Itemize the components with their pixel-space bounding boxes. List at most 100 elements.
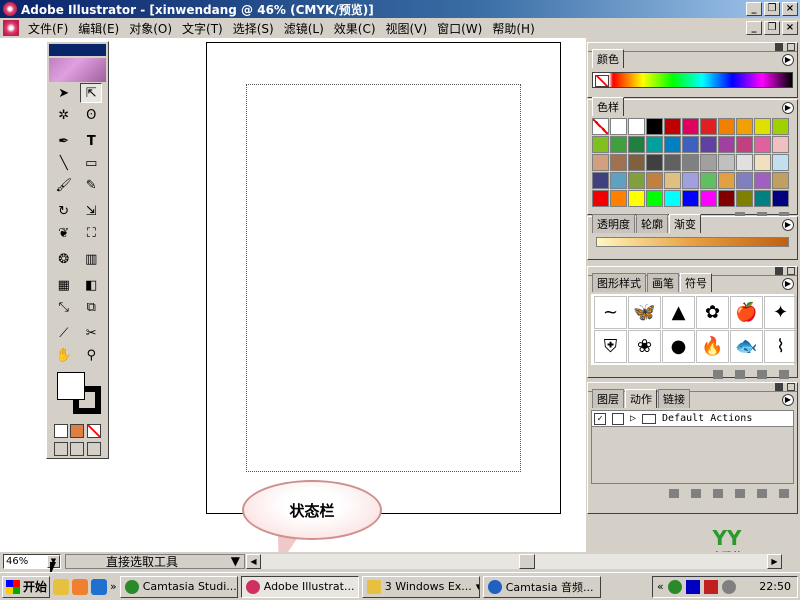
tab-layers[interactable]: 图层	[592, 389, 624, 408]
task-windows-explorer[interactable]: 3 Windows Ex... ▾	[361, 575, 480, 598]
color-mode-icon[interactable]	[54, 424, 69, 438]
quick-launch-app-icon[interactable]	[72, 578, 88, 595]
task-camtasia-audio[interactable]: Camtasia 音频...	[482, 575, 601, 598]
tray-play-icon[interactable]	[685, 579, 700, 594]
menu-window[interactable]: 窗口(W)	[432, 20, 487, 37]
gradient-tool-icon[interactable]: ◧	[80, 275, 102, 295]
hand-tool-icon[interactable]: ✋	[53, 345, 75, 365]
scroll-thumb[interactable]	[519, 554, 535, 569]
panel-minimize-icon[interactable]	[787, 267, 795, 275]
fill-swatch[interactable]	[57, 372, 85, 400]
quick-launch-browser-icon[interactable]	[91, 578, 107, 595]
lasso-tool-icon[interactable]: ʘ	[80, 105, 102, 125]
panel-menu-icon[interactable]: ▶	[782, 54, 794, 66]
color-swatch[interactable]	[700, 172, 717, 189]
color-swatch[interactable]	[754, 136, 771, 153]
restore-button[interactable]: ❐	[764, 2, 780, 16]
symbol-item[interactable]: 🐟	[730, 330, 763, 363]
symbol-item[interactable]: ✿	[696, 296, 729, 329]
color-swatch[interactable]	[682, 118, 699, 135]
symbol-item[interactable]: 🍎	[730, 296, 763, 329]
play-icon[interactable]	[713, 488, 723, 498]
full-screen-mode-icon[interactable]	[86, 442, 101, 456]
none-mode-icon[interactable]	[86, 424, 101, 438]
tab-gradient[interactable]: 渐变	[669, 214, 701, 233]
color-swatch[interactable]	[592, 154, 609, 171]
doc-restore-button[interactable]: ❐	[764, 21, 780, 35]
color-swatch[interactable]	[592, 136, 609, 153]
close-button[interactable]: ×	[782, 2, 798, 16]
scroll-right-icon[interactable]: ▶	[767, 554, 782, 569]
color-spectrum[interactable]	[592, 72, 793, 88]
selection-tool-icon[interactable]: ➤	[53, 83, 75, 103]
color-swatch[interactable]	[610, 118, 627, 135]
symbol-item[interactable]: ●	[662, 330, 695, 363]
symbol-item[interactable]: ❀	[628, 330, 661, 363]
color-swatch[interactable]	[700, 190, 717, 207]
replace-symbol-icon[interactable]	[735, 369, 745, 379]
gradient-slider[interactable]	[596, 237, 789, 247]
menu-edit[interactable]: 编辑(E)	[73, 20, 124, 37]
color-swatch[interactable]	[736, 190, 753, 207]
color-swatch[interactable]	[628, 136, 645, 153]
tab-links[interactable]: 链接	[658, 389, 690, 408]
record-icon[interactable]	[691, 488, 701, 498]
type-tool-icon[interactable]: T	[80, 131, 102, 151]
color-swatch[interactable]	[628, 154, 645, 171]
line-tool-icon[interactable]: ╲	[53, 153, 75, 173]
quick-launch-more-icon[interactable]: »	[110, 580, 117, 593]
eyedropper-tool-icon[interactable]: ⤡	[53, 297, 75, 317]
status-tool-field[interactable]: 直接选取工具 ▼	[65, 553, 245, 569]
color-swatch[interactable]	[664, 118, 681, 135]
color-swatch[interactable]	[646, 136, 663, 153]
toolbox-header[interactable]	[49, 44, 106, 56]
tab-transparency[interactable]: 透明度	[592, 214, 635, 233]
color-swatch[interactable]	[664, 172, 681, 189]
tab-brushes[interactable]: 画笔	[647, 273, 679, 292]
menu-type[interactable]: 文字(T)	[177, 20, 228, 37]
rectangle-tool-icon[interactable]: ▭	[80, 153, 102, 173]
stop-icon[interactable]	[669, 488, 679, 498]
color-swatch[interactable]	[736, 154, 753, 171]
minimize-button[interactable]: _	[746, 2, 762, 16]
color-swatch[interactable]	[646, 118, 663, 135]
start-button[interactable]: 开始	[2, 575, 50, 598]
panel-close-icon[interactable]	[775, 43, 783, 51]
symbol-item[interactable]: 🦋	[628, 296, 661, 329]
menu-view[interactable]: 视图(V)	[381, 20, 433, 37]
column-graph-tool-icon[interactable]: ▥	[80, 249, 102, 269]
menu-filter[interactable]: 滤镜(L)	[279, 20, 329, 37]
menu-select[interactable]: 选择(S)	[228, 20, 279, 37]
color-swatch[interactable]	[700, 136, 717, 153]
symbol-item[interactable]: 🔥	[696, 330, 729, 363]
tab-color[interactable]: 颜色	[592, 49, 624, 68]
tray-app-icon[interactable]	[703, 579, 718, 594]
color-swatch[interactable]	[646, 154, 663, 171]
color-swatch[interactable]	[718, 172, 735, 189]
panel-menu-icon[interactable]: ▶	[782, 219, 794, 231]
color-swatch[interactable]	[628, 118, 645, 135]
task-group-dropdown-icon[interactable]: ▾	[476, 580, 479, 593]
zoom-tool-icon[interactable]: ⚲	[80, 345, 102, 365]
new-action-icon[interactable]	[757, 488, 767, 498]
slice-tool-icon[interactable]: ⟋	[53, 323, 75, 343]
color-swatch[interactable]	[736, 172, 753, 189]
color-swatch[interactable]	[772, 118, 789, 135]
menu-file[interactable]: 文件(F)	[23, 20, 73, 37]
menu-object[interactable]: 对象(O)	[124, 20, 177, 37]
color-swatch[interactable]	[628, 172, 645, 189]
color-swatch[interactable]	[700, 118, 717, 135]
tray-camtasia-icon[interactable]	[667, 579, 682, 594]
color-swatch[interactable]	[610, 154, 627, 171]
tray-volume-icon[interactable]	[721, 579, 736, 594]
scroll-left-icon[interactable]: ◀	[246, 554, 261, 569]
symbol-item[interactable]: ⛨	[594, 330, 627, 363]
full-screen-menu-mode-icon[interactable]	[70, 442, 85, 456]
color-swatch[interactable]	[754, 154, 771, 171]
doc-close-button[interactable]: ×	[782, 21, 798, 35]
fill-stroke-control[interactable]	[53, 370, 102, 418]
color-swatch[interactable]	[682, 154, 699, 171]
status-dropdown-icon[interactable]: ▼	[231, 554, 240, 568]
panel-menu-icon[interactable]: ▶	[782, 278, 794, 290]
action-set-row[interactable]: ✓ ▷ Default Actions	[592, 411, 793, 427]
